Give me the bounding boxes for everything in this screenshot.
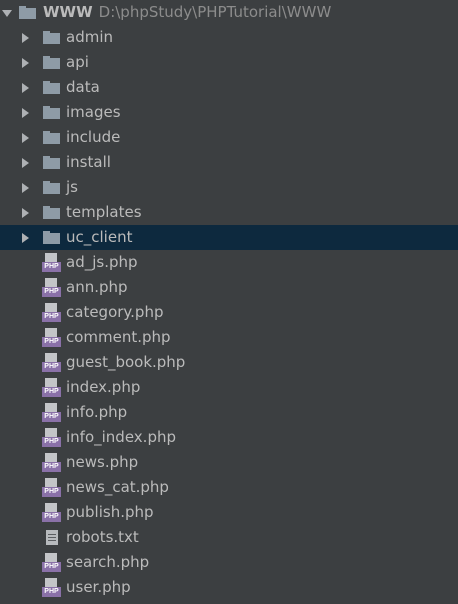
php-badge-label: PHP xyxy=(42,512,61,522)
file-label: guest_book.php xyxy=(66,353,186,371)
file-label: ad_js.php xyxy=(66,253,138,271)
folder-label: uc_client xyxy=(66,228,133,246)
tree-file-row[interactable]: PHP info_index.php xyxy=(0,425,458,450)
tree-file-row[interactable]: PHP news.php xyxy=(0,450,458,475)
folder-label: images xyxy=(66,103,121,121)
php-badge-label: PHP xyxy=(42,337,61,347)
chevron-right-icon[interactable] xyxy=(22,158,29,168)
tree-folder-row[interactable]: api xyxy=(0,50,458,75)
tree-file-row[interactable]: robots.txt xyxy=(0,525,458,550)
php-file-icon: PHP xyxy=(41,353,61,373)
tree-file-row[interactable]: PHP news_cat.php xyxy=(0,475,458,500)
folder-icon xyxy=(43,81,60,94)
chevron-right-icon[interactable] xyxy=(22,183,29,193)
root-folder-path: D:\phpStudy\PHPTutorial\WWW xyxy=(98,3,332,21)
chevron-right-icon[interactable] xyxy=(22,208,29,218)
folder-label: include xyxy=(66,128,121,146)
php-file-icon: PHP xyxy=(41,578,61,598)
tree-folder-row[interactable]: images xyxy=(0,100,458,125)
php-badge-label: PHP xyxy=(42,387,61,397)
php-file-icon: PHP xyxy=(41,253,61,273)
folder-icon xyxy=(43,156,60,169)
php-badge-label: PHP xyxy=(42,462,61,472)
file-label: news_cat.php xyxy=(66,478,169,496)
tree-folder-row[interactable]: js xyxy=(0,175,458,200)
php-badge-label: PHP xyxy=(42,437,61,447)
file-label: comment.php xyxy=(66,328,171,346)
php-badge-label: PHP xyxy=(42,287,61,297)
php-file-icon: PHP xyxy=(41,403,61,423)
php-file-icon: PHP xyxy=(41,378,61,398)
folder-icon xyxy=(43,106,60,119)
file-label: info.php xyxy=(66,403,128,421)
text-file-icon xyxy=(46,530,58,545)
php-file-icon: PHP xyxy=(41,428,61,448)
chevron-right-icon[interactable] xyxy=(22,58,29,68)
tree-file-row[interactable]: PHP ann.php xyxy=(0,275,458,300)
folder-icon xyxy=(43,131,60,144)
file-label: user.php xyxy=(66,578,131,596)
chevron-right-icon[interactable] xyxy=(22,108,29,118)
php-badge-label: PHP xyxy=(42,312,61,322)
tree-file-row[interactable]: PHP category.php xyxy=(0,300,458,325)
php-badge-label: PHP xyxy=(42,412,61,422)
file-label: info_index.php xyxy=(66,428,176,446)
folder-icon xyxy=(43,206,60,219)
chevron-right-icon[interactable] xyxy=(22,233,29,243)
tree-folder-row[interactable]: admin xyxy=(0,25,458,50)
php-file-icon: PHP xyxy=(41,303,61,323)
php-badge-label: PHP xyxy=(42,362,61,372)
php-file-icon: PHP xyxy=(41,328,61,348)
php-file-icon: PHP xyxy=(41,553,61,573)
folder-label: templates xyxy=(66,203,142,221)
folder-label: install xyxy=(66,153,111,171)
php-badge-label: PHP xyxy=(42,562,61,572)
chevron-right-icon[interactable] xyxy=(22,133,29,143)
folder-label: js xyxy=(66,178,78,196)
tree-folder-row-selected[interactable]: uc_client xyxy=(0,225,458,250)
folder-icon xyxy=(43,56,60,69)
tree-folder-row[interactable]: include xyxy=(0,125,458,150)
folder-label: admin xyxy=(66,28,113,46)
chevron-right-icon[interactable] xyxy=(22,83,29,93)
tree-file-row[interactable]: PHP index.php xyxy=(0,375,458,400)
file-label: index.php xyxy=(66,378,141,396)
folder-icon xyxy=(19,6,36,19)
tree-file-row[interactable]: PHP ad_js.php xyxy=(0,250,458,275)
tree-folder-row[interactable]: data xyxy=(0,75,458,100)
folder-label: data xyxy=(66,78,100,96)
file-label: news.php xyxy=(66,453,139,471)
file-label: publish.php xyxy=(66,503,154,521)
root-label: WWW D:\phpStudy\PHPTutorial\WWW xyxy=(43,0,331,25)
file-label: search.php xyxy=(66,553,150,571)
tree-file-row[interactable]: PHP publish.php xyxy=(0,500,458,525)
file-label: category.php xyxy=(66,303,164,321)
php-file-icon: PHP xyxy=(41,478,61,498)
root-folder-name: WWW xyxy=(43,3,93,21)
folder-icon xyxy=(43,181,60,194)
php-badge-label: PHP xyxy=(42,262,61,272)
php-file-icon: PHP xyxy=(41,278,61,298)
folder-icon xyxy=(43,31,60,44)
tree-file-row[interactable]: PHP guest_book.php xyxy=(0,350,458,375)
php-file-icon: PHP xyxy=(41,503,61,523)
tree-folder-row[interactable]: templates xyxy=(0,200,458,225)
chevron-right-icon[interactable] xyxy=(22,33,29,43)
php-file-icon: PHP xyxy=(41,453,61,473)
tree-file-row[interactable]: PHP search.php xyxy=(0,550,458,575)
folder-icon xyxy=(43,231,60,244)
tree-root-row[interactable]: WWW D:\phpStudy\PHPTutorial\WWW xyxy=(0,0,458,25)
tree-file-row[interactable]: PHP info.php xyxy=(0,400,458,425)
tree-file-row[interactable]: PHP comment.php xyxy=(0,325,458,350)
folder-label: api xyxy=(66,53,89,71)
php-badge-label: PHP xyxy=(42,587,61,597)
file-label: robots.txt xyxy=(66,528,139,546)
project-tree: WWW D:\phpStudy\PHPTutorial\WWW admin api… xyxy=(0,0,458,604)
php-badge-label: PHP xyxy=(42,487,61,497)
file-label: ann.php xyxy=(66,278,128,296)
chevron-down-icon[interactable] xyxy=(2,10,12,17)
tree-folder-row[interactable]: install xyxy=(0,150,458,175)
tree-file-row[interactable]: PHP user.php xyxy=(0,575,458,600)
